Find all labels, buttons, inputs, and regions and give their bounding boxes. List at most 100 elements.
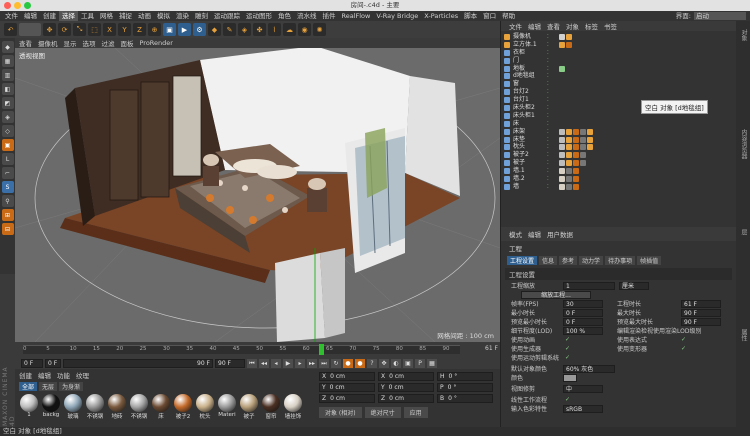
linear-checkbox[interactable]: ✓	[565, 397, 571, 403]
menu-item[interactable]: 帮助	[499, 11, 518, 21]
select-icon[interactable]: ⬚	[88, 23, 101, 36]
proj-len-field[interactable]: 61 F	[681, 300, 721, 308]
material-tab[interactable]: 全部	[19, 382, 38, 391]
visibility-icon[interactable]: ⁚	[547, 175, 549, 183]
model-mode-icon[interactable]: ◧	[1, 83, 14, 95]
tag-icon[interactable]	[566, 128, 572, 135]
attribute-tab[interactable]: 信息	[539, 256, 558, 265]
object-row[interactable]: 墙.2 ⁚	[501, 175, 737, 183]
menu-item[interactable]: RealFlow	[339, 11, 374, 21]
attribute-tab[interactable]: 帧插值	[637, 256, 662, 265]
object-row[interactable]: 摄像机 ⁚	[501, 33, 737, 41]
object-menu-item[interactable]: 查看	[547, 21, 560, 31]
object-menu-item[interactable]: 对象	[566, 21, 579, 31]
preview-max-field[interactable]: 90 F	[681, 318, 721, 326]
visibility-icon[interactable]: ⁚	[547, 49, 549, 57]
position-field[interactable]: X0 cm	[319, 372, 375, 381]
use-motion-checkbox[interactable]: ✓	[565, 355, 571, 361]
menu-item[interactable]: 编辑	[21, 11, 40, 21]
tag-icon[interactable]	[566, 168, 572, 175]
tag-icon[interactable]	[587, 128, 593, 135]
menu-item[interactable]: X-Particles	[421, 11, 461, 21]
object-row[interactable]: 被子2 ⁚	[501, 151, 737, 159]
scale-icon[interactable]: ⤡	[73, 23, 86, 36]
lod-field[interactable]: 100 %	[563, 327, 603, 335]
obj-color-dropdown[interactable]: 60% 灰色	[563, 365, 615, 373]
coord-icon[interactable]: ⊕	[148, 23, 161, 36]
rotation-field[interactable]: H0 °	[437, 372, 493, 381]
tag-icon[interactable]	[559, 144, 565, 151]
size-field[interactable]: X0 cm	[378, 372, 434, 381]
camera-icon[interactable]: ◉	[298, 23, 311, 36]
viewport-menu-item[interactable]: 查看	[19, 38, 32, 48]
tag-icon[interactable]	[573, 160, 579, 167]
x-axis-icon[interactable]: X	[103, 23, 116, 36]
play-icon[interactable]: ▶	[283, 358, 293, 368]
object-row[interactable]: 墙.1 ⁚	[501, 167, 737, 175]
use-gen-checkbox[interactable]: ✓	[565, 346, 571, 352]
material-swatch[interactable]: 不锈钢	[129, 394, 149, 420]
size-field[interactable]: Z0 cm	[378, 394, 434, 403]
close-window-icon[interactable]	[4, 2, 11, 9]
attribute-menu-item[interactable]: 编辑	[528, 229, 541, 239]
scale-key-icon[interactable]: ▣	[403, 358, 413, 368]
z-axis-icon[interactable]: Z	[133, 23, 146, 36]
object-row[interactable]: 枕头 ⁚	[501, 143, 737, 151]
minimize-window-icon[interactable]	[14, 2, 21, 9]
visibility-icon[interactable]: ⁚	[547, 80, 549, 88]
tag-icon[interactable]	[559, 33, 565, 40]
menu-item[interactable]: 运动图形	[243, 11, 275, 21]
axis-mode-icon[interactable]: L	[1, 153, 14, 165]
tag-icon[interactable]	[573, 136, 579, 143]
visibility-icon[interactable]: ⁚	[547, 159, 549, 167]
go-start-icon[interactable]: ⏮	[247, 358, 257, 368]
material-swatch[interactable]: 玻璃	[63, 394, 83, 420]
menu-item[interactable]: V-Ray Bridge	[373, 11, 421, 21]
input-color-dropdown[interactable]: sRGB	[563, 405, 603, 413]
record-icon[interactable]: ●	[343, 358, 353, 368]
object-row[interactable]: 床架 ⁚	[501, 128, 737, 136]
coord-mode-dropdown[interactable]: 对象 (相对)	[319, 407, 362, 418]
visibility-icon[interactable]: ⁚	[547, 65, 549, 73]
autokey-icon[interactable]: ●	[355, 358, 365, 368]
material-swatch[interactable]: backg	[41, 394, 61, 420]
viewport-menu-item[interactable]: 摄像机	[38, 38, 58, 48]
attribute-menu-item[interactable]: 模式	[509, 229, 522, 239]
tag-icon[interactable]	[573, 144, 579, 151]
use-anim-checkbox[interactable]: ✓	[565, 337, 571, 343]
material-swatch[interactable]: 1	[19, 394, 39, 420]
menu-item[interactable]: 脚本	[461, 11, 480, 21]
next-key-icon[interactable]: ▸▸	[307, 358, 317, 368]
menu-item[interactable]: 网格	[97, 11, 116, 21]
scale-unit-dropdown[interactable]: 厘米	[619, 282, 649, 290]
tag-icon[interactable]	[573, 152, 579, 159]
object-menu-item[interactable]: 标签	[585, 21, 598, 31]
pla-key-icon[interactable]: ▦	[427, 358, 437, 368]
visibility-icon[interactable]: ⁚	[547, 88, 549, 96]
keyframe-selection-icon[interactable]: ?	[367, 358, 377, 368]
visibility-icon[interactable]: ⁚	[547, 33, 549, 41]
tag-icon[interactable]	[580, 160, 586, 167]
tag-icon[interactable]	[573, 128, 579, 135]
min-time-field[interactable]: 0 F	[563, 309, 603, 317]
polygons-mode-icon[interactable]: ▣	[1, 139, 14, 151]
visibility-icon[interactable]: ⁚	[547, 57, 549, 65]
tag-icon[interactable]	[559, 160, 565, 167]
menu-item[interactable]: 雕刻	[192, 11, 211, 21]
rotation-field[interactable]: B0 °	[437, 394, 493, 403]
scale-project-button[interactable]: 缩放工程...	[521, 291, 591, 299]
visibility-icon[interactable]: ⁚	[547, 136, 549, 144]
range-slider[interactable]: 90 F	[63, 358, 213, 368]
timeline-ruler[interactable]: 0 5 10 15 20 25 30 35 40 45 50 55 60 65 70 75 80 85 90	[23, 344, 460, 355]
lock-icon[interactable]: ⚲	[1, 195, 14, 207]
visibility-icon[interactable]: ⁚	[547, 104, 549, 112]
visibility-icon[interactable]: ⁚	[547, 128, 549, 136]
max-time-field[interactable]: 90 F	[681, 309, 721, 317]
object-row[interactable]: d地毯组 ⁚	[501, 72, 737, 80]
material-menu-item[interactable]: 功能	[57, 370, 70, 380]
side-tab[interactable]: 对象	[739, 29, 748, 41]
visibility-icon[interactable]: ⁚	[547, 72, 549, 80]
color-swatch[interactable]	[563, 374, 577, 382]
workplane-icon[interactable]: ▥	[1, 69, 14, 81]
tag-icon[interactable]	[559, 175, 565, 182]
